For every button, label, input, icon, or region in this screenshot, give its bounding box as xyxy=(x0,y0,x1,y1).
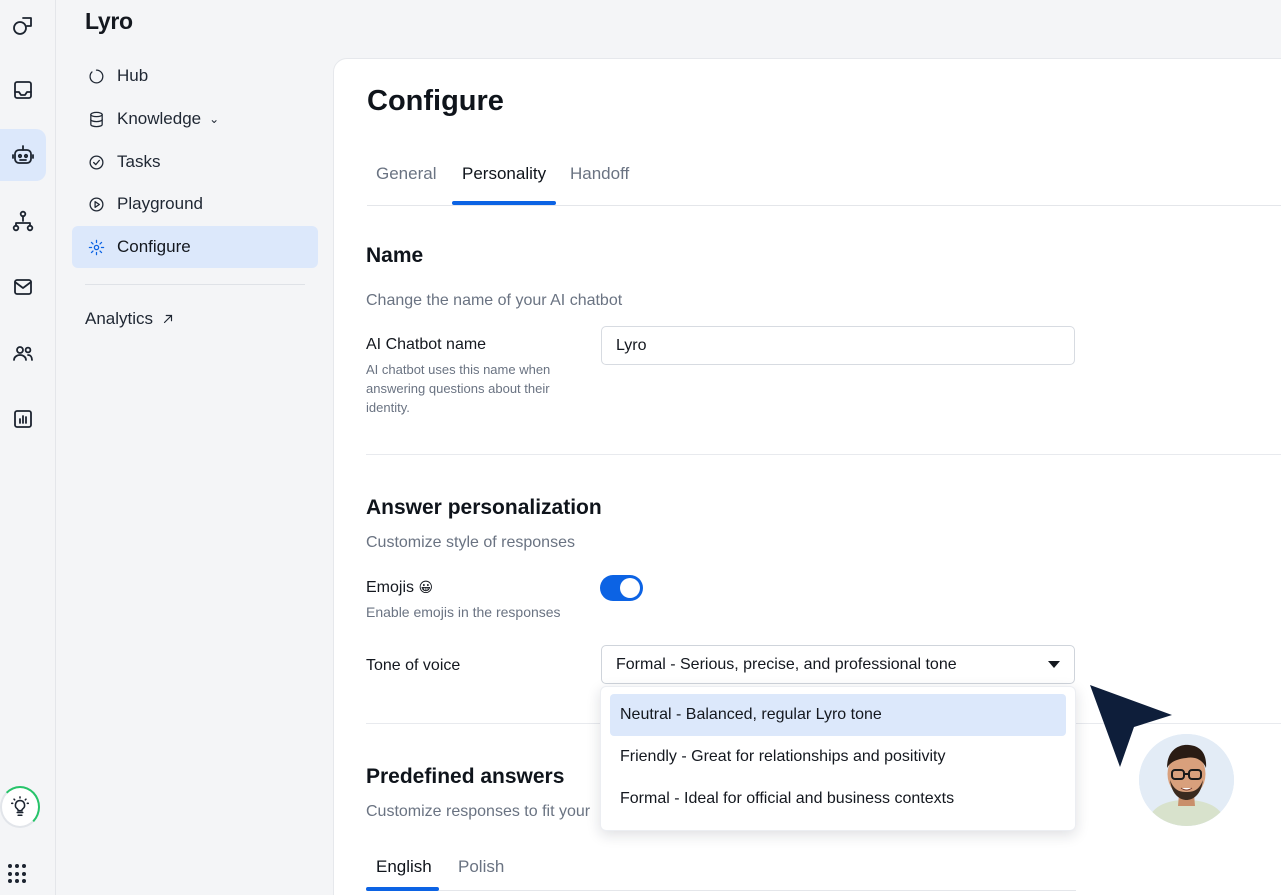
play-circle-icon xyxy=(89,196,104,212)
tone-of-voice-label: Tone of voice xyxy=(366,657,461,674)
page-title: Configure xyxy=(367,85,504,117)
hub-icon xyxy=(89,68,104,83)
sidebar-item-label: Playground xyxy=(117,194,204,213)
lightbulb-icon[interactable] xyxy=(0,786,40,828)
predefined-section-subtitle: Customize responses to fit your xyxy=(366,803,591,820)
tone-of-voice-select[interactable]: Formal - Serious, precise, and professio… xyxy=(601,645,1075,684)
sidebar-item-label: Tasks xyxy=(117,152,161,171)
tab-polish[interactable]: Polish xyxy=(458,857,504,877)
sidebar-item-configure[interactable]: Configure xyxy=(72,226,318,268)
sidebar-item-knowledge[interactable]: Knowledge ⌄ xyxy=(72,98,318,140)
inbox-icon[interactable] xyxy=(0,64,46,116)
avatar xyxy=(1139,734,1234,826)
shapes-icon[interactable] xyxy=(0,0,46,52)
tone-option-neutral[interactable]: Neutral - Balanced, regular Lyro tone xyxy=(610,694,1066,736)
chevron-down-icon: ⌄ xyxy=(209,112,220,126)
sidebar-item-label: Hub xyxy=(117,66,149,85)
tone-dropdown-menu: Neutral - Balanced, regular Lyro tone Fr… xyxy=(600,686,1076,831)
personalization-section-title: Answer personalization xyxy=(366,496,602,519)
personalization-section-subtitle: Customize style of responses xyxy=(366,534,575,551)
emojis-help: Enable emojis in the responses xyxy=(366,604,561,620)
emojis-label-row: Emojis 😀 xyxy=(366,579,433,597)
sidebar-item-label: Configure xyxy=(117,237,191,256)
tab-english[interactable]: English xyxy=(376,857,432,877)
emojis-label: Emojis xyxy=(366,579,415,596)
sidebar-item-label: Knowledge xyxy=(117,109,202,128)
tab-personality[interactable]: Personality xyxy=(462,164,546,184)
toggle-knob xyxy=(620,578,640,598)
tab-bar: General Personality Handoff xyxy=(367,154,1281,206)
gear-icon xyxy=(88,239,105,255)
chatbot-name-input[interactable]: Lyro xyxy=(601,326,1075,365)
sidebar-item-hub[interactable]: Hub xyxy=(72,55,318,97)
external-link-arrow-icon xyxy=(163,314,173,324)
tab-general[interactable]: General xyxy=(376,164,436,184)
app-title: Lyro xyxy=(85,8,133,34)
mail-icon[interactable] xyxy=(0,261,46,313)
database-icon xyxy=(90,111,103,127)
flow-icon[interactable] xyxy=(0,195,46,247)
icon-rail xyxy=(0,0,56,895)
sidebar-divider xyxy=(85,284,305,285)
section-divider xyxy=(366,454,1281,455)
language-tab-bar: English Polish xyxy=(366,849,1076,891)
smiley-emoji-icon: 😀 xyxy=(418,579,434,595)
active-tab-indicator xyxy=(452,201,556,205)
apps-grid-icon[interactable] xyxy=(8,864,28,884)
caret-down-icon xyxy=(1048,661,1060,668)
analytics-link[interactable]: Analytics xyxy=(85,309,175,329)
active-lang-indicator xyxy=(366,887,439,891)
bot-icon[interactable] xyxy=(0,129,46,181)
tone-selected-value: Formal - Serious, precise, and professio… xyxy=(616,655,957,673)
tone-option-formal[interactable]: Formal - Ideal for official and business… xyxy=(610,778,1066,820)
name-section-subtitle: Change the name of your AI chatbot xyxy=(366,292,623,309)
chatbot-name-label: AI Chatbot name xyxy=(366,336,487,353)
people-icon[interactable] xyxy=(0,327,46,379)
chatbot-name-help: AI chatbot uses this name when answering… xyxy=(366,362,551,415)
predefined-section-title: Predefined answers xyxy=(366,765,565,788)
check-circle-icon xyxy=(89,154,104,170)
sidebar: Lyro Hub Knowledge ⌄ Tasks Playground Co… xyxy=(57,0,333,895)
sidebar-item-tasks[interactable]: Tasks xyxy=(72,141,318,183)
tone-option-friendly[interactable]: Friendly - Great for relationships and p… xyxy=(610,736,1066,778)
emojis-toggle[interactable] xyxy=(600,575,643,601)
name-section-title: Name xyxy=(366,244,424,267)
tab-handoff[interactable]: Handoff xyxy=(570,164,629,184)
chart-icon[interactable] xyxy=(0,393,46,445)
sidebar-item-playground[interactable]: Playground xyxy=(72,183,318,225)
analytics-label: Analytics xyxy=(85,309,154,328)
